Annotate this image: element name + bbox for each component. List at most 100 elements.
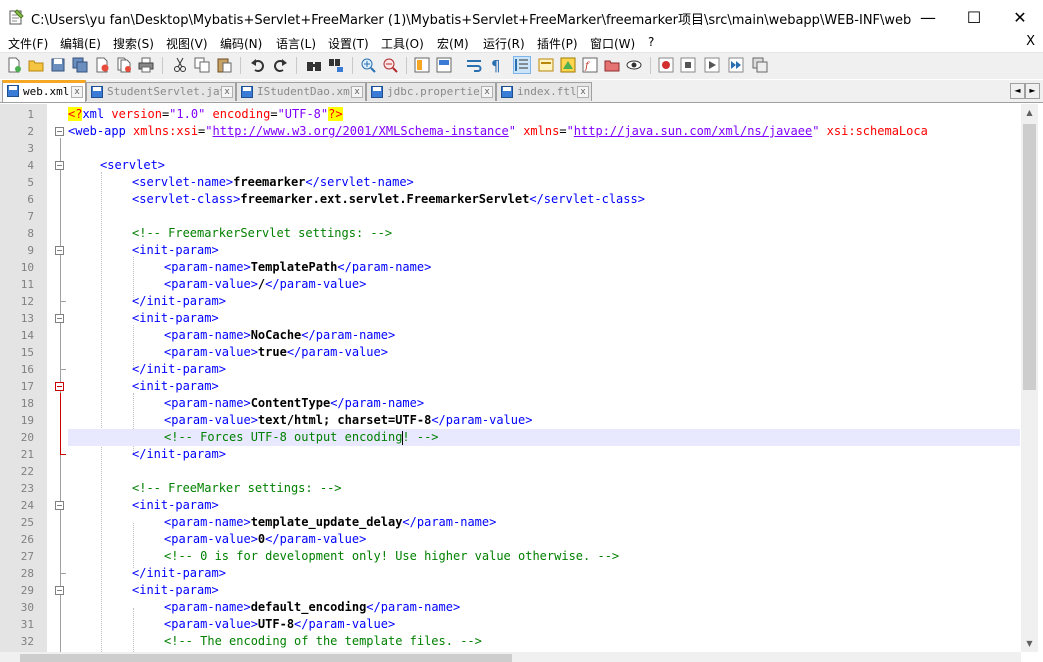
code-text: <param-value>text/html; charset=UTF-8</p… [164, 413, 532, 427]
line-number: 16 [20, 363, 34, 376]
code-line: 11 <param-value>/</param-value> [0, 276, 1021, 293]
menu-plugins[interactable]: 插件(P) [537, 35, 578, 52]
fold-toggle[interactable] [55, 501, 64, 510]
menu-help[interactable]: ? [648, 35, 654, 49]
save-icon[interactable] [50, 57, 66, 73]
sync-vertical-icon[interactable] [414, 57, 430, 73]
menu-encoding[interactable]: 编码(N) [220, 35, 262, 52]
tab-close-button[interactable]: x [221, 86, 233, 98]
menu-language[interactable]: 语言(L) [276, 35, 316, 52]
tab-close-button[interactable]: x [351, 86, 363, 98]
menu-settings[interactable]: 设置(T) [328, 35, 369, 52]
maximize-button[interactable]: ☐ [951, 0, 997, 34]
xml-decl-close: ?> [328, 107, 343, 121]
line-number: 6 [27, 193, 34, 206]
fold-toggle[interactable] [55, 314, 64, 323]
tab-index-ftl[interactable]: index.ftl x [496, 82, 592, 101]
minimize-icon: — [920, 7, 936, 27]
save-all-icon[interactable] [72, 57, 88, 73]
fold-toggle[interactable] [55, 161, 64, 170]
show-all-chars-icon[interactable]: ¶ [488, 57, 504, 73]
doc-map-icon[interactable] [560, 57, 576, 73]
toolbar-separator [296, 57, 297, 74]
run-macro-multiple-icon[interactable] [728, 57, 744, 73]
close-all-icon[interactable] [116, 57, 132, 73]
tab-close-button[interactable]: x [71, 86, 83, 98]
toolbar-separator [162, 57, 163, 74]
open-file-icon[interactable] [28, 57, 44, 73]
code-line: 18 <param-name>ContentType</param-name> [0, 395, 1021, 412]
vertical-scroll-thumb[interactable] [1023, 124, 1036, 390]
line-number: 10 [20, 261, 34, 274]
code-line: 23 <!-- FreeMarker settings: --> [0, 480, 1021, 497]
code-text: <servlet> [100, 158, 165, 172]
undo-icon[interactable] [250, 57, 266, 73]
tag: </param-name> [402, 515, 497, 529]
line-number: 13 [20, 312, 34, 325]
scroll-down-arrow-icon[interactable]: ▼ [1021, 635, 1038, 652]
user-language-icon[interactable] [538, 57, 554, 73]
tag: <init-param> [132, 498, 219, 512]
menu-window[interactable]: 窗口(W) [590, 35, 635, 52]
tab-close-button[interactable]: x [577, 86, 589, 98]
horizontal-scroll-thumb[interactable] [20, 654, 512, 662]
tab-close-button[interactable]: x [481, 86, 493, 98]
tag: <param-name> [164, 328, 251, 342]
horizontal-scrollbar[interactable] [0, 652, 1021, 662]
close-file-icon[interactable] [94, 57, 110, 73]
code-text: <!-- The encoding of the template files.… [164, 634, 482, 648]
scroll-up-arrow-icon[interactable]: ▲ [1021, 104, 1038, 121]
tab-scroll-right-button[interactable]: ► [1025, 83, 1040, 99]
save-macro-icon[interactable] [752, 57, 768, 73]
sync-horizontal-icon[interactable] [436, 57, 452, 73]
monitoring-icon[interactable] [626, 57, 642, 73]
zoom-out-icon[interactable] [382, 57, 398, 73]
tab-jdbc-properties[interactable]: jdbc.properties x [366, 82, 496, 101]
find-icon[interactable] [306, 57, 322, 73]
code-line: 6 <servlet-class>freemarker.ext.servlet.… [0, 191, 1021, 208]
fold-toggle[interactable] [55, 246, 64, 255]
play-macro-icon[interactable] [704, 57, 720, 73]
word-wrap-icon[interactable] [466, 57, 482, 73]
print-icon[interactable] [138, 57, 154, 73]
close-document-button[interactable]: X [1026, 34, 1035, 49]
url-link[interactable]: http://java.sun.com/xml/ns/javaee [574, 124, 812, 138]
menu-search[interactable]: 搜索(S) [113, 35, 154, 52]
zoom-in-icon[interactable] [360, 57, 376, 73]
indent-guide-icon[interactable] [513, 56, 531, 74]
replace-icon[interactable] [328, 57, 344, 73]
paste-icon[interactable] [216, 57, 232, 73]
tag: </param-name> [301, 328, 396, 342]
copy-icon[interactable] [194, 57, 210, 73]
new-file-icon[interactable] [6, 57, 22, 73]
cut-icon[interactable] [172, 57, 188, 73]
code-editor[interactable]: 1 <?xml version="1.0" encoding="UTF-8"?>… [0, 104, 1021, 652]
menu-tools[interactable]: 工具(O) [381, 35, 424, 52]
fold-toggle-active[interactable] [55, 382, 64, 391]
menu-file[interactable]: 文件(F) [8, 35, 48, 52]
tab-scroll-left-button[interactable]: ◄ [1010, 83, 1025, 99]
function-list-icon[interactable]: f [582, 57, 598, 73]
tag: </param-value> [286, 345, 388, 359]
tab-web-xml[interactable]: web.xml x [2, 80, 86, 102]
tab-studentservlet-java[interactable]: StudentServlet.java x [86, 82, 236, 101]
minimize-button[interactable]: — [905, 0, 951, 34]
vertical-scrollbar[interactable]: ▲ ▼ [1021, 104, 1038, 652]
url-link[interactable]: http://www.w3.org/2001/XMLSchema-instanc… [213, 124, 509, 138]
menu-view[interactable]: 视图(V) [166, 35, 208, 52]
file-saved-icon [241, 86, 253, 98]
svg-text:¶: ¶ [491, 57, 501, 73]
menu-macro[interactable]: 宏(M) [437, 35, 469, 52]
stop-macro-icon[interactable] [680, 57, 696, 73]
line-number: 12 [20, 295, 34, 308]
record-macro-icon[interactable] [658, 57, 674, 73]
menu-edit[interactable]: 编辑(E) [60, 35, 101, 52]
menu-run[interactable]: 运行(R) [483, 35, 525, 52]
redo-icon[interactable] [272, 57, 288, 73]
close-window-button[interactable]: ✕ [997, 0, 1043, 34]
fold-toggle[interactable] [55, 586, 64, 595]
fold-toggle[interactable] [55, 127, 64, 136]
tab-istudentdao-xml[interactable]: IStudentDao.xml x [236, 82, 366, 101]
line-number: 11 [20, 278, 34, 291]
folder-workspace-icon[interactable] [604, 57, 620, 73]
